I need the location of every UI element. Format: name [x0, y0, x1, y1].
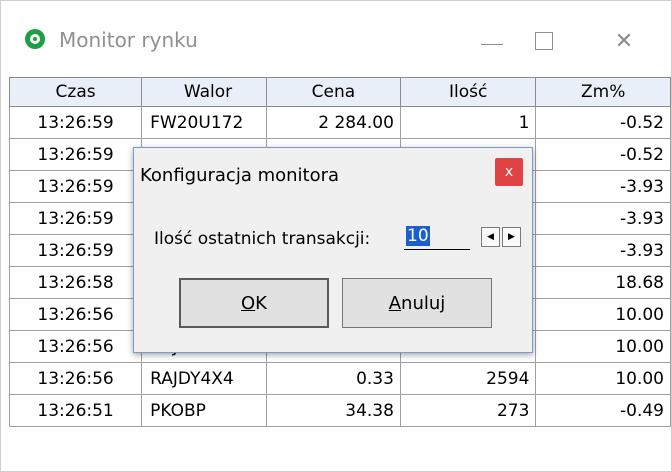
arrow-left-icon: ◀ [487, 232, 494, 242]
cell-change: 10.00 [535, 330, 671, 363]
cell-time: 13:26:56 [8, 298, 143, 331]
minimize-button[interactable] [469, 21, 515, 61]
cell-time: 13:26:51 [8, 394, 143, 427]
cell-change: -0.49 [535, 394, 671, 427]
cell-change: 18.68 [535, 266, 671, 299]
cell-price: 0.33 [265, 362, 401, 395]
table-row[interactable]: 13:26:56 RAJDY4X4 0.33 2594 10.00 [8, 362, 671, 395]
cancel-button[interactable]: Anuluj [342, 278, 492, 328]
maximize-button[interactable] [521, 21, 567, 61]
table-row[interactable]: 13:26:51 PKOBP 34.38 273 -0.49 [8, 394, 671, 427]
cell-time: 13:26:59 [8, 170, 143, 203]
title-bar[interactable]: Monitor rynku ✕ [1, 1, 671, 67]
cell-symbol: RAJDY4X4 [141, 362, 267, 395]
cell-change: 10.00 [535, 298, 671, 331]
config-dialog: Konfiguracja monitora x Ilość ostatnich … [133, 147, 533, 353]
dialog-close-button[interactable]: x [495, 158, 523, 186]
cell-time: 13:26:56 [8, 330, 143, 363]
arrow-right-icon: ▶ [508, 232, 515, 242]
cell-price: 34.38 [265, 394, 401, 427]
cell-symbol: PKOBP [141, 394, 267, 427]
spin-decrease-button[interactable]: ◀ [481, 227, 500, 247]
ok-label: K [255, 292, 267, 314]
transactions-count-label: Ilość ostatnich transakcji: [154, 229, 371, 249]
transactions-count-spinner: ◀ ▶ [481, 227, 523, 249]
column-header-quantity[interactable]: Ilość [399, 77, 537, 107]
column-header-time[interactable]: Czas [8, 77, 143, 107]
cell-price: 2 284.00 [265, 106, 401, 139]
cell-time: 13:26:59 [8, 106, 143, 139]
close-icon: ✕ [614, 28, 634, 54]
cell-change: -0.52 [535, 106, 671, 139]
cell-change: -3.93 [535, 202, 671, 235]
spin-increase-button[interactable]: ▶ [502, 227, 521, 247]
cell-change: -3.93 [535, 234, 671, 267]
column-header-change[interactable]: Zm% [535, 77, 671, 107]
dialog-title: Konfiguracja monitora [140, 165, 340, 186]
cell-change: 10.00 [535, 362, 671, 395]
cancel-label: nuluj [401, 292, 446, 314]
cell-quantity: 273 [399, 394, 537, 427]
monitor-app-icon [25, 29, 45, 49]
transactions-count-input[interactable]: 10 [404, 226, 470, 250]
table-row[interactable]: 13:26:59 FW20U172 2 284.00 1 -0.52 [8, 106, 671, 139]
column-header-price[interactable]: Cena [265, 77, 401, 107]
minimize-icon [481, 43, 503, 45]
cell-time: 13:26:59 [8, 234, 143, 267]
cell-change: -3.93 [535, 170, 671, 203]
ok-accel: O [241, 292, 256, 314]
ok-button[interactable]: OK [179, 278, 329, 328]
maximize-icon [535, 32, 553, 50]
cell-change: -0.52 [535, 138, 671, 171]
close-button[interactable]: ✕ [601, 21, 647, 61]
cell-time: 13:26:59 [8, 138, 143, 171]
window-title: Monitor rynku [59, 28, 198, 52]
close-icon: x [504, 164, 514, 180]
cell-symbol: FW20U172 [141, 106, 267, 139]
cell-time: 13:26:58 [8, 266, 143, 299]
cell-quantity: 1 [399, 106, 537, 139]
cancel-accel: A [388, 292, 402, 314]
cell-time: 13:26:56 [8, 362, 143, 395]
table-header-row: Czas Walor Cena Ilość Zm% [8, 77, 671, 107]
cell-quantity: 2594 [399, 362, 537, 395]
transactions-count-value: 10 [406, 226, 430, 246]
column-header-symbol[interactable]: Walor [141, 77, 267, 107]
cell-time: 13:26:59 [8, 202, 143, 235]
